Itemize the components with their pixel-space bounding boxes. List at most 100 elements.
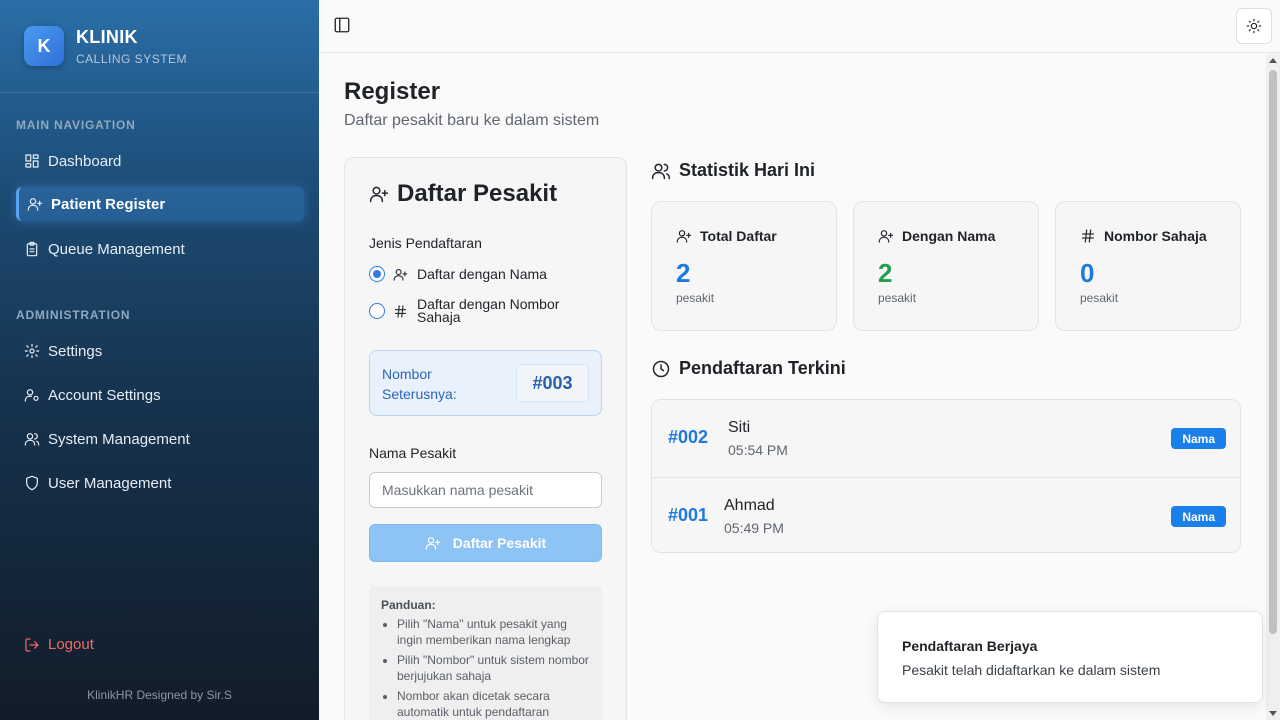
section-main-navigation: MAIN NAVIGATION xyxy=(16,118,136,132)
sidebar-divider xyxy=(0,92,319,93)
stat-label: Total Daftar xyxy=(700,228,777,244)
logout-icon xyxy=(25,637,39,652)
radio-option-number[interactable]: Daftar dengan Nombor Sahaja xyxy=(369,296,587,325)
brand-title: KLINIK xyxy=(76,26,138,47)
stats-title: Statistik Hari Ini xyxy=(651,160,815,181)
guide-item: Pilih "Nombor" untuk sistem nombor berju… xyxy=(397,652,590,684)
logout-button[interactable]: Logout xyxy=(16,636,94,653)
sidebar-footer: KlinikHR Designed by Sir.S xyxy=(87,688,232,702)
guide-title: Panduan: xyxy=(381,598,436,612)
shield-icon xyxy=(26,475,38,491)
radio-option-name[interactable]: Daftar dengan Nama xyxy=(369,266,587,282)
stat-label: Dengan Nama xyxy=(902,228,996,244)
gear-icon xyxy=(24,343,40,359)
guide-item: Nombor akan dicetak secara automatik unt… xyxy=(397,688,590,720)
sidebar-item-label: Settings xyxy=(48,342,103,360)
registration-time: 05:49 PM xyxy=(724,520,784,536)
sidebar-item-patient-register[interactable]: Patient Register xyxy=(16,187,304,221)
page-title: Register xyxy=(344,78,441,105)
register-patient-button[interactable]: Daftar Pesakit xyxy=(369,524,602,562)
sidebar-item-label: User Management xyxy=(48,474,172,492)
sidebar-item-label: Account Settings xyxy=(48,386,161,404)
scroll-down-arrow-icon[interactable] xyxy=(1269,711,1277,716)
type-badge: Nama xyxy=(1171,428,1226,449)
user-plus-icon xyxy=(393,268,408,281)
sidebar-item-label: Queue Management xyxy=(48,240,185,258)
register-card: Daftar Pesakit Jenis Pendaftaran Daftar … xyxy=(344,157,627,720)
stat-value: 2 xyxy=(878,258,893,288)
scroll-thumb[interactable] xyxy=(1269,70,1277,634)
theme-toggle-button[interactable] xyxy=(1236,8,1272,44)
radio-option-label: Daftar dengan Nama xyxy=(417,265,547,282)
user-plus-icon xyxy=(369,186,389,203)
queue-number: #001 xyxy=(668,505,709,525)
brand-logo: K xyxy=(24,26,64,66)
sidebar-item-label: System Management xyxy=(48,430,190,448)
sidebar-item-settings[interactable]: Settings xyxy=(16,334,304,368)
sidebar-item-queue-management[interactable]: Queue Management xyxy=(16,232,304,266)
sidebar-item-label: Patient Register xyxy=(51,195,166,213)
patient-name-label: Nama Pesakit xyxy=(369,445,457,461)
page-subtitle: Daftar pesakit baru ke dalam sistem xyxy=(344,112,600,129)
radio-button[interactable] xyxy=(369,266,385,282)
registration-type-label: Jenis Pendaftaran xyxy=(369,235,482,251)
topbar xyxy=(319,0,1280,53)
users-icon xyxy=(24,433,40,446)
sidebar-item-account-settings[interactable]: Account Settings xyxy=(16,378,304,412)
sidebar-item-label: Dashboard xyxy=(48,152,122,170)
toast-title: Pendaftaran Berjaya xyxy=(902,638,1038,654)
users-icon xyxy=(651,163,671,179)
brand[interactable]: K KLINIK CALLING SYSTEM xyxy=(24,26,187,66)
register-card-title: Daftar Pesakit xyxy=(369,180,557,208)
queue-number: #002 xyxy=(668,427,709,447)
radio-button[interactable] xyxy=(369,303,385,319)
sidebar: K KLINIK CALLING SYSTEM MAIN NAVIGATION … xyxy=(0,0,319,720)
stat-value: 2 xyxy=(676,258,691,288)
panel-left-icon xyxy=(334,17,350,33)
clipboard-icon xyxy=(26,241,38,257)
stat-value: 0 xyxy=(1080,258,1095,288)
user-plus-icon xyxy=(878,230,894,243)
stat-card-total: Total Daftar 2 pesakit xyxy=(651,201,837,331)
clock-icon xyxy=(652,360,670,377)
stat-card-number-only: Nombor Sahaja 0 pesakit xyxy=(1055,201,1241,331)
user-plus-icon xyxy=(27,198,43,211)
section-administration: ADMINISTRATION xyxy=(16,308,131,322)
patient-name-input[interactable] xyxy=(369,472,602,508)
radio-option-label: Daftar dengan Nombor Sahaja xyxy=(417,296,560,325)
scrollbar[interactable] xyxy=(1266,54,1280,720)
next-number-box: Nombor Seterusnya: #003 xyxy=(369,350,602,416)
list-item[interactable]: #001 Ahmad 05:49 PM Nama xyxy=(652,477,1240,552)
user-cog-icon xyxy=(24,389,39,402)
hash-icon xyxy=(394,304,407,318)
success-toast[interactable]: Pendaftaran Berjaya Pesakit telah didaft… xyxy=(877,611,1263,703)
dashboard-icon xyxy=(25,154,39,168)
sidebar-item-system-management[interactable]: System Management xyxy=(16,422,304,456)
stat-unit: pesakit xyxy=(878,291,917,305)
sidebar-item-dashboard[interactable]: Dashboard xyxy=(16,144,304,178)
sun-icon xyxy=(1246,18,1262,34)
stat-unit: pesakit xyxy=(676,291,715,305)
toast-message: Pesakit telah didaftarkan ke dalam siste… xyxy=(902,662,1161,678)
user-plus-icon xyxy=(425,537,441,550)
recent-title: Pendaftaran Terkini xyxy=(651,358,846,379)
guide-item: Pilih "Nama" untuk pesakit yang ingin me… xyxy=(397,616,590,648)
list-item[interactable]: #002 Siti 05:54 PM Nama xyxy=(652,400,1240,477)
next-number-label: Nombor Seterusnya: xyxy=(382,366,457,402)
next-number-value: #003 xyxy=(516,364,589,402)
user-plus-icon xyxy=(676,230,692,243)
stat-card-with-name: Dengan Nama 2 pesakit xyxy=(853,201,1039,331)
stat-unit: pesakit xyxy=(1080,291,1119,305)
hash-icon xyxy=(1082,229,1094,243)
registration-time: 05:54 PM xyxy=(728,442,788,458)
type-badge: Nama xyxy=(1171,506,1226,527)
patient-name: Siti xyxy=(728,419,751,436)
patient-name: Ahmad xyxy=(724,497,775,514)
stat-label: Nombor Sahaja xyxy=(1104,228,1207,244)
guide-box: Panduan: Pilih "Nama" untuk pesakit yang… xyxy=(369,586,602,720)
sidebar-toggle-button[interactable] xyxy=(333,16,351,34)
recent-list: #002 Siti 05:54 PM Nama #001 Ahmad 05:49… xyxy=(651,399,1241,553)
scroll-up-arrow-icon[interactable] xyxy=(1269,58,1277,63)
sidebar-item-user-management[interactable]: User Management xyxy=(16,466,304,500)
logout-label: Logout xyxy=(48,636,94,653)
